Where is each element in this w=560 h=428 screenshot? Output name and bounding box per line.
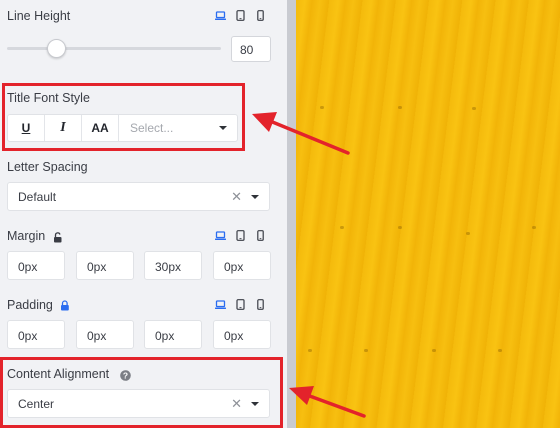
highlight-box-alignment <box>0 357 283 428</box>
desktop-icon[interactable] <box>215 230 226 241</box>
tablet-icon[interactable] <box>235 230 246 241</box>
panel-resize-handle[interactable] <box>287 0 296 428</box>
texture-dot <box>398 226 402 229</box>
clear-icon[interactable]: ✕ <box>231 189 242 205</box>
mobile-icon[interactable] <box>255 299 266 310</box>
margin-left-input[interactable]: 0px <box>213 251 271 280</box>
chevron-down-icon <box>251 194 259 199</box>
margin-top-input[interactable]: 0px <box>7 251 65 280</box>
margin-device-switcher <box>215 230 266 241</box>
texture-dot <box>340 226 344 229</box>
texture-dot <box>466 232 470 235</box>
texture-dot <box>432 349 436 352</box>
texture-dot <box>398 106 402 109</box>
line-height-device-switcher <box>215 10 266 21</box>
padding-right-input[interactable]: 0px <box>76 320 134 349</box>
line-height-slider-track[interactable] <box>7 47 221 50</box>
texture-dot <box>532 226 536 229</box>
padding-left-input[interactable]: 0px <box>213 320 271 349</box>
tablet-icon[interactable] <box>235 10 246 21</box>
margin-right-input[interactable]: 0px <box>76 251 134 280</box>
padding-top-input[interactable]: 0px <box>7 320 65 349</box>
margin-bottom-input[interactable]: 30px <box>144 251 202 280</box>
locked-lock-icon[interactable] <box>60 298 70 316</box>
letter-spacing-label: Letter Spacing <box>7 160 88 174</box>
mobile-icon[interactable] <box>255 230 266 241</box>
letter-spacing-value: Default <box>18 189 57 204</box>
highlight-box-font-style <box>2 83 245 151</box>
padding-label: Padding <box>7 298 53 312</box>
line-height-input[interactable]: 80 <box>231 36 271 62</box>
padding-bottom-input[interactable]: 0px <box>144 320 202 349</box>
desktop-icon[interactable] <box>215 10 226 21</box>
texture-dot <box>472 107 476 110</box>
desktop-icon[interactable] <box>215 299 226 310</box>
margin-label: Margin <box>7 229 46 243</box>
padding-device-switcher <box>215 299 266 310</box>
line-height-label: Line Height <box>7 9 71 23</box>
line-height-slider-thumb[interactable] <box>46 39 66 58</box>
mobile-icon[interactable] <box>255 10 266 21</box>
texture-dot <box>364 349 368 352</box>
preview-canvas <box>296 0 560 428</box>
texture-dot <box>498 349 502 352</box>
texture-dot <box>308 349 312 352</box>
tablet-icon[interactable] <box>235 299 246 310</box>
letter-spacing-select[interactable]: Default ✕ <box>7 182 270 211</box>
unlocked-lock-icon[interactable] <box>53 230 63 248</box>
texture-dot <box>320 106 324 109</box>
